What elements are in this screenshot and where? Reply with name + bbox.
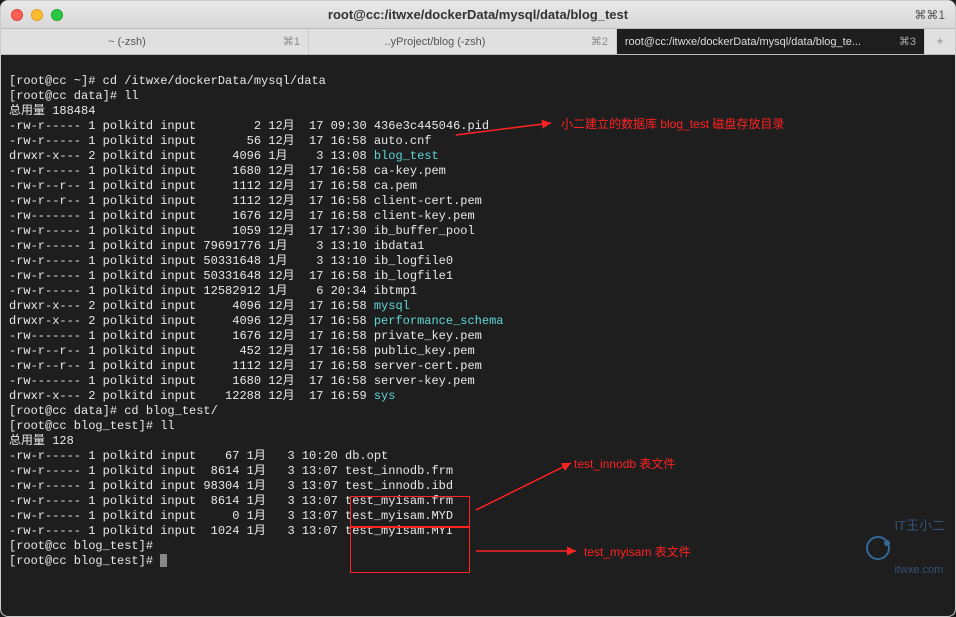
terminal-output[interactable]: [root@cc ~]# cd /itwxe/dockerData/mysql/…: [1, 55, 955, 616]
watermark-logo-icon: [866, 536, 890, 560]
cursor: [160, 554, 167, 567]
traffic-lights: [11, 9, 63, 21]
tab-shortcut: ⌘1: [283, 35, 308, 48]
watermark: IT王小二 itwxe.com: [866, 488, 945, 608]
prompt-line: [root@cc blog_test]#: [9, 539, 153, 553]
add-tab-button[interactable]: +: [925, 29, 955, 54]
close-button[interactable]: [11, 9, 23, 21]
prompt-line: [root@cc blog_test]#: [9, 554, 160, 568]
highlight-box-myisam: [350, 527, 470, 573]
prompt-line: [root@cc blog_test]# ll: [9, 419, 175, 433]
total-line: 总用量 188484: [9, 104, 95, 118]
watermark-name: IT王小二: [894, 518, 945, 533]
tab-1[interactable]: ~ (-zsh) ⌘1: [1, 29, 309, 54]
window-title: root@cc:/itwxe/dockerData/mysql/data/blo…: [328, 7, 628, 22]
annotation-myisam: test_myisam 表文件: [584, 545, 691, 560]
annotation-innodb: test_innodb 表文件: [574, 457, 675, 472]
watermark-url: itwxe.com: [894, 563, 945, 578]
tab-shortcut: ⌘2: [591, 35, 616, 48]
arrow-icon: [471, 543, 581, 563]
tab-2[interactable]: ..yProject/blog (-zsh) ⌘2: [309, 29, 617, 54]
tab-3-active[interactable]: root@cc:/itwxe/dockerData/mysql/data/blo…: [617, 29, 925, 54]
tab-label: ~ (-zsh): [1, 36, 253, 48]
zoom-button[interactable]: [51, 9, 63, 21]
titlebar[interactable]: root@cc:/itwxe/dockerData/mysql/data/blo…: [1, 1, 955, 29]
highlight-box-innodb: [350, 496, 470, 527]
tab-label: root@cc:/itwxe/dockerData/mysql/data/blo…: [617, 36, 869, 48]
tab-label: ..yProject/blog (-zsh): [309, 36, 561, 48]
window-shortcut: ⌘⌘1: [914, 8, 945, 22]
ls-listing: -rw-r----- 1 polkitd input 67 1月 3 10:20…: [9, 449, 947, 539]
annotation-blog-test: 小二建立的数据库 blog_test 磁盘存放目录: [561, 117, 784, 132]
tab-bar: ~ (-zsh) ⌘1 ..yProject/blog (-zsh) ⌘2 ro…: [1, 29, 955, 55]
ls-listing: -rw-r----- 1 polkitd input 2 12月 17 09:3…: [9, 119, 947, 404]
prompt-line: [root@cc data]# cd blog_test/: [9, 404, 218, 418]
prompt-line: [root@cc data]# ll: [9, 89, 139, 103]
minimize-button[interactable]: [31, 9, 43, 21]
prompt-line: [root@cc ~]# cd /itwxe/dockerData/mysql/…: [9, 74, 326, 88]
terminal-window: root@cc:/itwxe/dockerData/mysql/data/blo…: [0, 0, 956, 617]
tab-shortcut: ⌘3: [899, 35, 924, 48]
total-line: 总用量 128: [9, 434, 74, 448]
